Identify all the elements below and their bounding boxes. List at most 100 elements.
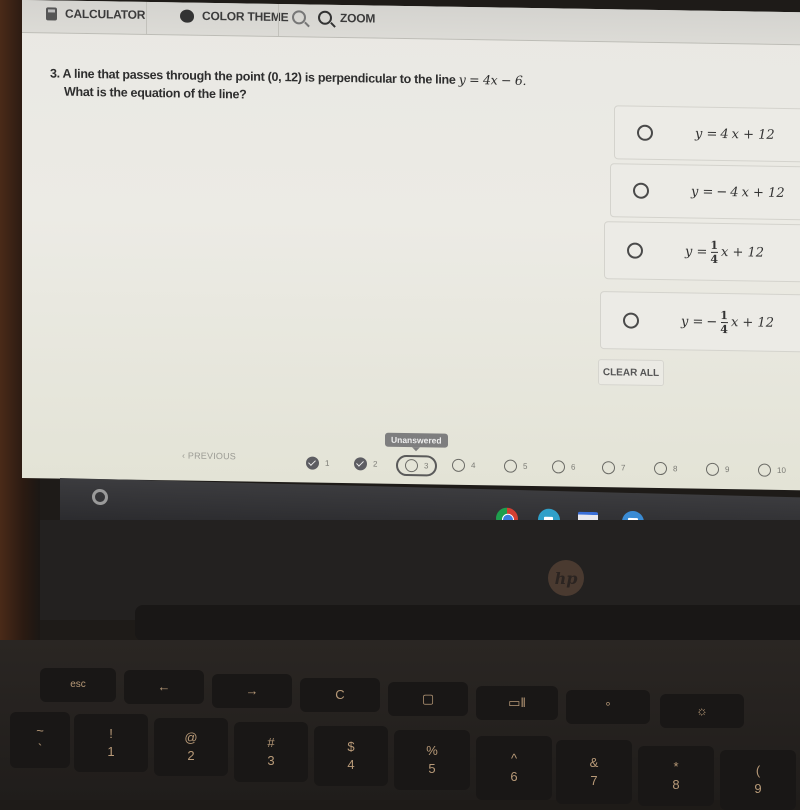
equation-coefficient: 4	[730, 184, 739, 200]
unanswered-circle-icon	[706, 462, 719, 476]
color-theme-label: COLOR THEME	[202, 8, 289, 25]
question-number: 4	[471, 461, 476, 471]
equation-lhs: y =	[691, 184, 714, 200]
equation-sign: −	[716, 184, 728, 200]
fraction-denominator: 4	[720, 322, 728, 336]
answer-choice-a[interactable]: y = 4x + 12	[614, 105, 800, 163]
key-refresh: C	[300, 678, 380, 712]
key-1: ! 1	[74, 714, 148, 772]
clear-all-button[interactable]: CLEAR ALL	[598, 359, 664, 387]
key-8: * 8	[638, 746, 714, 806]
calculator-label: CALCULATOR	[65, 6, 146, 22]
unanswered-circle-icon	[452, 458, 465, 472]
previous-button[interactable]: ‹ PREVIOUS	[182, 451, 236, 462]
unanswered-circle-icon	[405, 459, 418, 473]
launcher-icon[interactable]	[92, 488, 108, 506]
fraction-denominator: 4	[710, 252, 719, 266]
unanswered-circle-icon	[758, 463, 771, 477]
key-2: @2	[154, 718, 228, 776]
key-7: & 7	[556, 740, 632, 804]
equation-lhs: y =	[681, 313, 704, 330]
zoom-label: ZOOM	[340, 10, 376, 26]
question-number: 3	[424, 461, 429, 471]
question-number: 8	[673, 464, 678, 474]
question-prompt: 3. A line that passes through the point …	[50, 64, 610, 109]
key-4: $4	[314, 726, 388, 786]
question-number: 10	[777, 465, 786, 476]
key-brightness-down: °	[566, 690, 650, 724]
equation-rest: x + 12	[721, 244, 765, 261]
equation-fraction: 14	[720, 308, 728, 336]
equation-fraction: 14	[710, 238, 719, 266]
equation-rest: x + 12	[730, 314, 774, 331]
answer-choice-d[interactable]: y = − 14 x + 12	[600, 291, 800, 353]
color-theme-button[interactable]: COLOR THEME	[180, 8, 288, 24]
toolbar-divider	[146, 1, 147, 34]
question-number: 1	[325, 458, 330, 468]
key-3: #3	[234, 722, 308, 782]
key-backtick: ~ `	[10, 712, 70, 768]
hp-logo: hp	[548, 560, 584, 596]
question-nav-7[interactable]: 7	[602, 461, 626, 475]
key-esc: esc	[40, 668, 116, 702]
key-brightness-up: ☼	[660, 694, 744, 728]
question-nav-2[interactable]: 2	[354, 457, 378, 471]
radio-button[interactable]	[637, 124, 653, 141]
key-back: ←	[124, 670, 204, 704]
radio-button[interactable]	[633, 182, 649, 199]
zoom-out-button[interactable]	[292, 10, 306, 25]
radio-button[interactable]	[627, 242, 643, 259]
keyboard: esc ← → C ▢ ▭‖ ° ☼ ~ ` ! 1 @2 #3 $4 % 5 ^ 6 …	[0, 640, 800, 810]
choice-equation: y = − 14 x + 12	[681, 308, 774, 336]
choice-equation: y = 14 x + 12	[685, 238, 765, 266]
question-nav-10[interactable]: 10	[758, 463, 786, 477]
unanswered-circle-icon	[654, 461, 667, 476]
question-nav-4[interactable]: 4	[452, 458, 476, 472]
calculator-button[interactable]: CALCULATOR	[46, 6, 145, 22]
toolbar: CALCULATOR COLOR THEME ZOOM	[22, 0, 800, 46]
question-number: 9	[725, 465, 730, 475]
check-icon	[354, 457, 367, 471]
question-nav-9[interactable]: 9	[706, 462, 730, 476]
unanswered-circle-icon	[552, 460, 565, 474]
equation-coefficient: 4	[720, 126, 729, 142]
question-nav-1[interactable]: 1	[306, 456, 330, 470]
question-number: 6	[571, 462, 576, 472]
equation-rest: x + 12	[741, 184, 785, 201]
toolbar-divider	[278, 4, 279, 37]
unanswered-circle-icon	[602, 461, 615, 475]
laptop-hinge	[135, 605, 800, 641]
question-equation: y = 4x − 6.	[458, 71, 527, 88]
question-nav-6[interactable]: 6	[552, 460, 576, 474]
key-6: ^ 6	[476, 736, 552, 800]
question-number: 2	[373, 459, 378, 469]
question-nav-5[interactable]: 5	[504, 459, 528, 473]
palette-icon	[180, 8, 194, 23]
check-icon	[306, 456, 319, 470]
key-9: (9	[720, 750, 796, 810]
screen: CALCULATOR COLOR THEME ZOOM 3. A line th…	[22, 0, 800, 491]
unanswered-tooltip: Unanswered	[385, 432, 448, 448]
question-number: 7	[621, 463, 626, 473]
question-number: 5	[523, 461, 528, 471]
calculator-icon	[46, 6, 57, 21]
equation-sign: −	[706, 314, 718, 330]
answer-choice-b[interactable]: y = −4 x + 12	[610, 163, 800, 221]
key-5: % 5	[394, 730, 470, 790]
equation-lhs: y =	[685, 243, 708, 260]
zoom-out-icon	[292, 10, 306, 25]
choice-equation: y = 4x + 12	[695, 126, 775, 142]
question-nav-8[interactable]: 8	[654, 461, 678, 476]
key-forward: →	[212, 674, 292, 708]
answer-choice-c[interactable]: y = 14 x + 12	[604, 221, 800, 283]
key-fullscreen: ▢	[388, 682, 468, 716]
equation-rest: x + 12	[731, 126, 775, 143]
choice-equation: y = −4 x + 12	[691, 184, 785, 200]
radio-button[interactable]	[623, 312, 639, 329]
unanswered-circle-icon	[504, 459, 517, 473]
zoom-in-button[interactable]: ZOOM	[318, 10, 376, 26]
zoom-in-icon	[318, 10, 332, 25]
question-nav-3[interactable]: 3	[396, 454, 438, 477]
key-overview: ▭‖	[476, 686, 558, 720]
fraction-numerator: 1	[720, 308, 728, 322]
